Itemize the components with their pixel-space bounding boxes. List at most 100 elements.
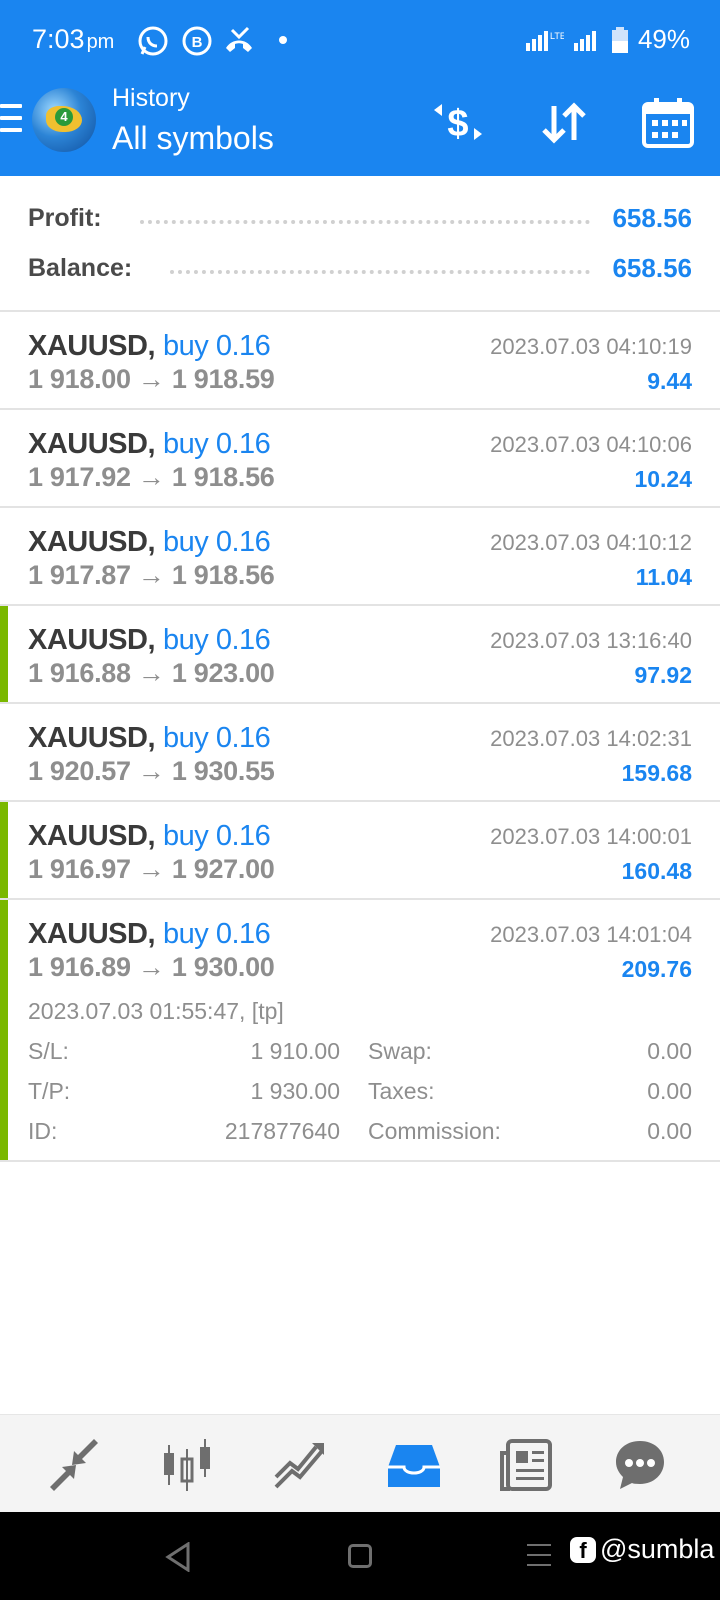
watermark: f @sumbla bbox=[570, 1534, 714, 1565]
chart-icon[interactable] bbox=[160, 1437, 216, 1493]
trade-time: 2023.07.03 04:10:12 bbox=[490, 530, 692, 555]
close-price: 1 927.00 bbox=[171, 854, 275, 884]
dotted-leader bbox=[170, 270, 591, 274]
trade-symbol: XAUUSD, bbox=[28, 820, 156, 852]
sl-label: S/L: bbox=[28, 1038, 69, 1064]
close-price: 1 918.56 bbox=[171, 462, 275, 492]
close-price: 1 930.00 bbox=[171, 952, 275, 982]
open-time-info: 2023.07.03 01:55:47, [tp] bbox=[28, 998, 284, 1024]
trade-row[interactable]: XAUUSD, buy 0.16 1 918.00 → 1 918.59 2023… bbox=[0, 312, 720, 410]
trade-time: 2023.07.03 04:10:19 bbox=[490, 334, 692, 359]
trade-symbol: XAUUSD, bbox=[28, 526, 156, 558]
open-price: 1 917.87 bbox=[28, 560, 131, 590]
header-subtitle: History bbox=[112, 84, 190, 112]
svg-text:$: $ bbox=[447, 103, 468, 145]
chat-icon[interactable] bbox=[612, 1437, 668, 1493]
recents-icon[interactable] bbox=[527, 1544, 551, 1574]
trade-side: buy 0.16 bbox=[163, 918, 271, 950]
news-icon[interactable] bbox=[498, 1437, 554, 1493]
trade-profit: 160.48 bbox=[621, 858, 692, 884]
sl-value: 1 910.00 bbox=[250, 1038, 340, 1064]
trade-row[interactable]: XAUUSD, buy 0.16 1 917.92 → 1 918.56 2023… bbox=[0, 410, 720, 508]
trade-row-expanded[interactable]: XAUUSD, buy 0.16 1 916.89 → 1 930.00 2023… bbox=[0, 900, 720, 1162]
profit-value: 658.56 bbox=[612, 202, 692, 233]
open-price: 1 920.57 bbox=[28, 756, 131, 786]
trade-row[interactable]: XAUUSD, buy 0.16 1 917.87 → 1 918.56 2023… bbox=[0, 508, 720, 606]
taxes-value: 0.00 bbox=[647, 1078, 692, 1104]
bottom-tab-bar bbox=[0, 1414, 720, 1512]
dotted-leader bbox=[139, 220, 591, 224]
battery-percent: 49% bbox=[637, 24, 690, 54]
battery-icon bbox=[611, 26, 628, 53]
trade-row[interactable]: XAUUSD, buy 0.16 1 916.97 → 1 927.00 2023… bbox=[0, 802, 720, 900]
trade-icon[interactable] bbox=[272, 1437, 328, 1493]
signal-icon: LTE bbox=[525, 30, 564, 51]
status-bar: 7:03 pm B LTE 49% bbox=[0, 0, 720, 80]
arrow-icon: → bbox=[137, 854, 165, 884]
trade-marker bbox=[0, 606, 8, 702]
open-price: 1 917.92 bbox=[28, 462, 131, 492]
close-price: 1 918.59 bbox=[171, 364, 275, 394]
calendar-icon[interactable] bbox=[640, 96, 696, 148]
commission-value: 0.00 bbox=[647, 1118, 692, 1144]
home-icon[interactable] bbox=[348, 1544, 372, 1568]
trade-marker bbox=[0, 802, 8, 898]
trade-time: 2023.07.03 14:01:04 bbox=[490, 922, 692, 947]
quotes-icon[interactable] bbox=[46, 1437, 102, 1493]
trade-profit: 11.04 bbox=[635, 564, 692, 590]
trade-row[interactable]: XAUUSD, buy 0.16 1 916.88 → 1 923.00 2023… bbox=[0, 606, 720, 704]
open-price: 1 918.00 bbox=[28, 364, 131, 394]
header-title[interactable]: All symbols bbox=[112, 120, 274, 157]
trade-side: buy 0.16 bbox=[163, 428, 271, 460]
tp-label: T/P: bbox=[28, 1078, 71, 1104]
facebook-icon: f bbox=[570, 1536, 596, 1563]
trade-time: 2023.07.03 14:00:01 bbox=[490, 824, 692, 849]
arrow-icon: → bbox=[137, 658, 165, 688]
menu-icon[interactable] bbox=[0, 104, 22, 132]
swap-label: Swap: bbox=[368, 1038, 432, 1064]
trade-side: buy 0.16 bbox=[163, 820, 271, 852]
arrow-icon: → bbox=[137, 952, 165, 982]
taxes-label: Taxes: bbox=[368, 1078, 435, 1104]
app-bar: 7:03 pm B LTE 49% 4 History All symbols … bbox=[0, 0, 720, 176]
mt4-logo-icon: 4 bbox=[32, 88, 96, 152]
system-nav-bar: f @sumbla bbox=[0, 1512, 720, 1600]
tp-value: 1 930.00 bbox=[250, 1078, 340, 1104]
balance-label: Balance: bbox=[28, 253, 133, 282]
sort-icon[interactable] bbox=[536, 96, 592, 148]
open-price: 1 916.88 bbox=[28, 658, 131, 688]
history-icon[interactable] bbox=[386, 1437, 442, 1493]
missed-call-icon bbox=[226, 26, 252, 52]
currency-exchange-icon[interactable]: $ bbox=[430, 96, 486, 148]
svg-text:LTE: LTE bbox=[550, 31, 564, 41]
trade-symbol: XAUUSD, bbox=[28, 722, 156, 754]
detail-row-tp: T/P: 1 930.00 Taxes: 0.00 bbox=[28, 1078, 692, 1110]
trade-symbol: XAUUSD, bbox=[28, 624, 156, 656]
open-price: 1 916.97 bbox=[28, 854, 131, 884]
commission-label: Commission: bbox=[368, 1118, 501, 1144]
arrow-icon: → bbox=[137, 756, 165, 786]
notification-dot-icon bbox=[279, 36, 287, 44]
trade-symbol: XAUUSD, bbox=[28, 330, 156, 362]
arrow-icon: → bbox=[137, 462, 165, 492]
trade-row[interactable]: XAUUSD, buy 0.16 1 920.57 → 1 930.55 2023… bbox=[0, 704, 720, 802]
business-chat-icon: B bbox=[182, 26, 212, 56]
id-value: 217877640 bbox=[224, 1118, 340, 1144]
whatsapp-icon bbox=[138, 26, 168, 56]
arrow-icon: → bbox=[137, 560, 165, 590]
profit-row: Profit: 658.56 bbox=[28, 198, 692, 238]
close-price: 1 930.55 bbox=[171, 756, 275, 786]
back-icon[interactable] bbox=[164, 1542, 192, 1572]
close-price: 1 918.56 bbox=[171, 560, 275, 590]
watermark-text: @sumbla bbox=[600, 1534, 715, 1564]
status-time: 7:03 pm bbox=[32, 24, 115, 54]
open-price: 1 916.89 bbox=[28, 952, 131, 982]
trade-symbol: XAUUSD, bbox=[28, 428, 156, 460]
svg-text:B: B bbox=[192, 34, 203, 51]
trade-time: 2023.07.03 04:10:06 bbox=[490, 432, 692, 457]
trade-side: buy 0.16 bbox=[163, 722, 271, 754]
swap-value: 0.00 bbox=[647, 1038, 692, 1064]
trade-profit: 209.76 bbox=[621, 956, 692, 982]
trade-profit: 10.24 bbox=[634, 466, 692, 492]
close-price: 1 923.00 bbox=[171, 658, 275, 688]
